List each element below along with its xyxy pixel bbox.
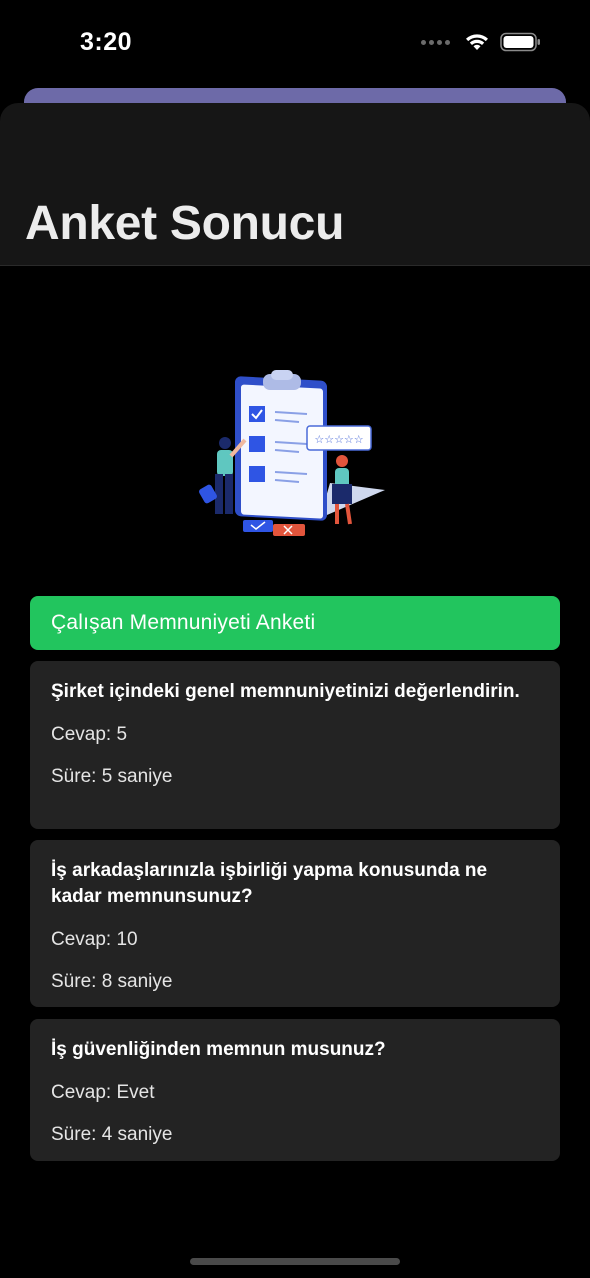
page-title: Anket Sonucu [25,197,345,250]
answer-text: Cevap: 5 [51,724,128,745]
status-bar: 3:20 [0,0,590,90]
duration-text: Süre: 8 saniye [51,971,173,992]
wifi-icon [466,34,488,50]
screen: 3:20 Anket Sonucu ☆☆☆☆☆ Çalışan Memnuniy… [0,0,590,1278]
question-card: İş güvenliğinden memnun musunuz? Cevap: … [30,1019,560,1161]
survey-title-bar: Çalışan Memnuniyeti Anketi [30,596,560,650]
survey-title: Çalışan Memnuniyeti Anketi [51,611,316,634]
duration-text: Süre: 4 saniye [51,1124,173,1145]
status-icons [421,32,542,52]
answer-text: Cevap: 10 [51,929,138,950]
answer-text: Cevap: Evet [51,1082,155,1103]
question-card: İş arkadaşlarınızla işbirliği yapma konu… [30,840,560,1007]
status-time: 3:20 [80,28,133,56]
svg-text:☆☆☆☆☆: ☆☆☆☆☆ [314,433,363,446]
question-card: Şirket içindeki genel memnuniyetinizi de… [30,661,560,829]
duration-text: Süre: 5 saniye [51,766,173,787]
home-indicator[interactable] [190,1258,400,1265]
navigation-header: Anket Sonucu [0,103,590,266]
question-text: İş arkadaşlarınızla işbirliği yapma konu… [51,860,488,907]
question-text: Şirket içindeki genel memnuniyetinizi de… [51,681,520,702]
cellular-signal-icon [421,39,450,45]
battery-icon [500,32,540,52]
question-text: İş güvenliğinden memnun musunuz? [51,1039,386,1060]
survey-clipboard-illustration: ☆☆☆☆☆ [199,370,385,536]
